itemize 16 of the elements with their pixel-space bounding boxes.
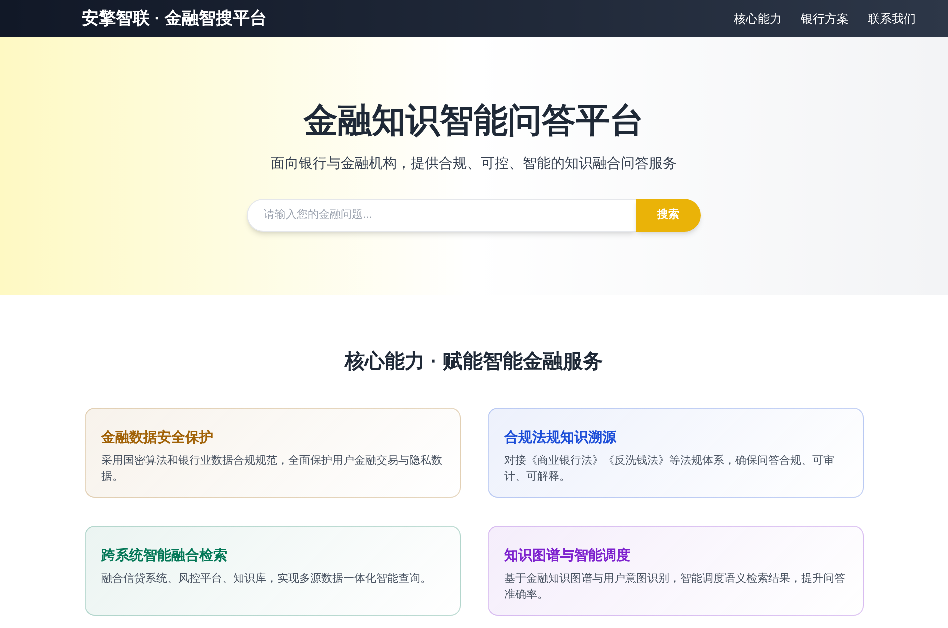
- brand-title: 安擎智联 · 金融智搜平台: [82, 8, 268, 30]
- card-description: 基于金融知识图谱与用户意图识别，智能调度语义检索结果，提升问答准确率。: [504, 572, 846, 603]
- card-title: 知识图谱与智能调度: [504, 546, 632, 565]
- card-title: 合规法规知识溯源: [504, 428, 618, 447]
- nav-link[interactable]: 银行方案: [801, 10, 849, 28]
- card-description: 融合信贷系统、风控平台、知识库，实现多源数据一体化智能查询。: [102, 572, 432, 587]
- hero-title: 金融知识智能问答平台: [304, 101, 644, 142]
- hero-subtitle: 面向银行与金融机构，提供合规、可控、智能的知识融合问答服务: [271, 154, 677, 173]
- card-title: 跨系统智能融合检索: [102, 546, 228, 565]
- search-field[interactable]: 请输入您的金融问题...: [247, 199, 636, 232]
- nav-link[interactable]: 联系我们: [868, 10, 916, 28]
- section-title: 核心能力 · 赋能智能金融服务: [345, 350, 603, 375]
- nav-link[interactable]: 核心能力: [734, 10, 782, 28]
- card-description: 对接《商业银行法》《反洗钱法》等法规体系，确保问答合规、可审计、可解释。: [504, 454, 836, 485]
- card-title: 金融数据安全保护: [102, 428, 214, 447]
- card-description: 采用国密算法和银行业数据合规规范，全面保护用户金融交易与隐私数据。: [102, 454, 444, 485]
